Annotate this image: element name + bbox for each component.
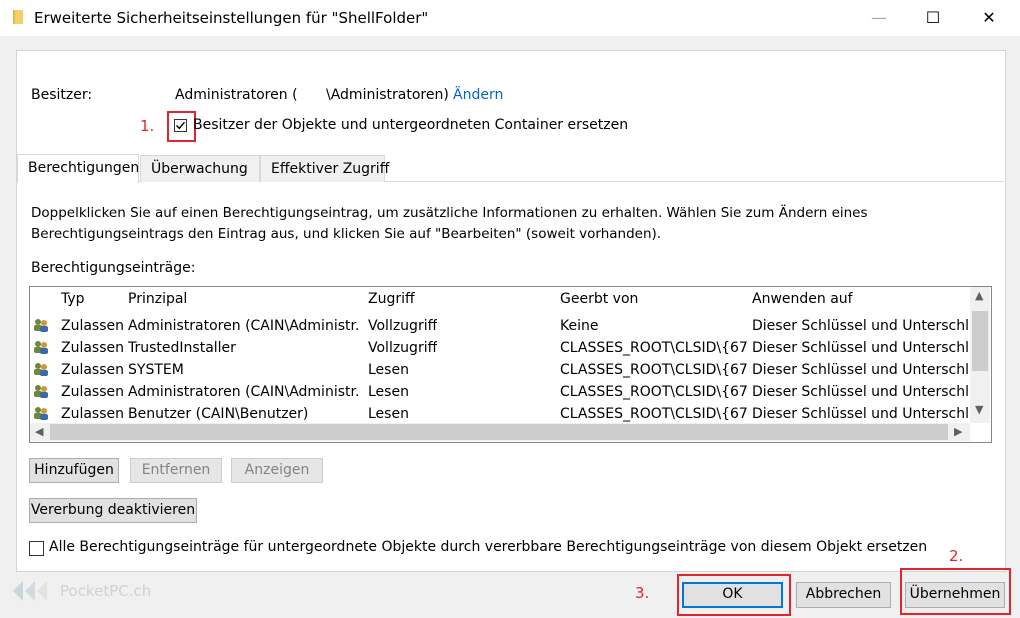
- row-inherited: Keine: [560, 318, 599, 334]
- cancel-button[interactable]: Abbrechen: [796, 582, 891, 608]
- row-principal: Benutzer (CAIN\Benutzer): [128, 406, 309, 422]
- watermark: PocketPC.ch: [10, 576, 151, 606]
- apply-button[interactable]: Übernehmen: [905, 582, 1005, 608]
- permissions-list[interactable]: Typ Prinzipal Zugriff Geerbt von Anwende…: [29, 286, 992, 443]
- close-button[interactable]: ✕: [966, 0, 1012, 36]
- row-inherited: CLASSES_ROOT\CLSID\{67...: [560, 384, 748, 400]
- row-access: Vollzugriff: [368, 340, 438, 356]
- owner-value-part1: Administratoren (: [175, 87, 298, 103]
- entries-label: Berechtigungseinträge:: [31, 260, 196, 276]
- vertical-scrollbar[interactable]: ▲ ▼: [970, 287, 990, 423]
- tab-ueberwachung[interactable]: Überwachung: [140, 155, 260, 182]
- row-access: Vollzugriff: [368, 318, 438, 334]
- maximize-button[interactable]: ☐: [910, 0, 956, 36]
- replace-owner-label: Besitzer der Objekte und untergeordneten…: [193, 117, 629, 133]
- row-principal: Administratoren (CAIN\Administr...: [128, 384, 360, 400]
- annotation-step-2: 2.: [949, 547, 964, 565]
- change-owner-link[interactable]: Ändern: [453, 87, 503, 103]
- row-principal: Administratoren (CAIN\Administr...: [128, 318, 360, 334]
- watermark-text: PocketPC.ch: [60, 582, 152, 600]
- column-header-type[interactable]: Typ: [61, 291, 85, 307]
- owner-value-part2: \Administratoren): [326, 87, 449, 103]
- row-applies: Dieser Schlüssel und Unterschlüs: [752, 318, 970, 334]
- add-button[interactable]: Hinzufügen: [29, 458, 119, 483]
- table-row[interactable]: Zulassen Administratoren (CAIN\Administr…: [30, 381, 970, 403]
- disable-inheritance-button[interactable]: Vererbung deaktivieren: [29, 498, 197, 523]
- tab-effektiver-zugriff[interactable]: Effektiver Zugriff: [260, 155, 389, 182]
- row-applies: Dieser Schlüssel und Unterschlüs: [752, 362, 970, 378]
- column-header-inherited[interactable]: Geerbt von: [560, 291, 638, 307]
- column-header-access[interactable]: Zugriff: [368, 291, 415, 307]
- user-group-icon: [34, 363, 48, 376]
- remove-button[interactable]: Entfernen: [130, 458, 222, 483]
- row-inherited: CLASSES_ROOT\CLSID\{67...: [560, 362, 748, 378]
- scroll-right-icon[interactable]: ▶: [954, 425, 962, 438]
- replace-child-permissions-label: Alle Berechtigungseinträge für untergeor…: [49, 539, 928, 555]
- row-principal: TrustedInstaller: [128, 340, 236, 356]
- replace-owner-checkbox[interactable]: [174, 119, 187, 132]
- horizontal-scrollbar[interactable]: ◀ ▶: [30, 423, 970, 441]
- row-type: Zulassen: [61, 384, 125, 400]
- tab-berechtigungen[interactable]: Berechtigungen: [17, 154, 139, 183]
- table-row[interactable]: Zulassen Administratoren (CAIN\Administr…: [30, 315, 970, 337]
- user-group-icon: [34, 341, 48, 354]
- row-access: Lesen: [368, 384, 409, 400]
- annotation-step-1: 1.: [140, 117, 155, 135]
- user-group-icon: [34, 319, 48, 332]
- table-row[interactable]: Zulassen Benutzer (CAIN\Benutzer) Lesen …: [30, 403, 970, 423]
- scroll-left-icon[interactable]: ◀: [35, 425, 43, 438]
- ok-button[interactable]: OK: [682, 582, 783, 608]
- pocketpc-logo-icon: [13, 581, 47, 601]
- scroll-down-icon[interactable]: ▼: [975, 403, 983, 416]
- table-row[interactable]: Zulassen TrustedInstaller Vollzugriff CL…: [30, 337, 970, 359]
- row-applies: Dieser Schlüssel und Unterschlüs: [752, 406, 970, 422]
- row-applies: Dieser Schlüssel und Unterschlüs: [752, 384, 970, 400]
- view-button[interactable]: Anzeigen: [231, 458, 323, 483]
- table-row[interactable]: Zulassen SYSTEM Lesen CLASSES_ROOT\CLSID…: [30, 359, 970, 381]
- minimize-button[interactable]: —: [856, 0, 902, 36]
- user-group-icon: [34, 385, 48, 398]
- checkmark-icon: [176, 121, 186, 130]
- row-type: Zulassen: [61, 362, 125, 378]
- row-type: Zulassen: [61, 318, 125, 334]
- window-title: Erweiterte Sicherheitseinstellungen für …: [34, 9, 429, 27]
- description-line-2: Berechtigungseintrags den Eintrag aus, u…: [31, 226, 662, 242]
- row-inherited: CLASSES_ROOT\CLSID\{67...: [560, 340, 748, 356]
- annotation-step-3: 3.: [635, 584, 650, 602]
- row-applies: Dieser Schlüssel und Unterschlüs: [752, 340, 970, 356]
- vertical-scroll-thumb[interactable]: [972, 311, 988, 371]
- row-type: Zulassen: [61, 406, 125, 422]
- row-type: Zulassen: [61, 340, 125, 356]
- owner-label: Besitzer:: [31, 87, 93, 103]
- scroll-up-icon[interactable]: ▲: [975, 289, 983, 302]
- row-access: Lesen: [368, 406, 409, 422]
- folder-icon: [13, 10, 23, 24]
- replace-child-permissions-checkbox[interactable]: [29, 541, 44, 556]
- column-header-applies[interactable]: Anwenden auf: [752, 291, 853, 307]
- column-header-principal[interactable]: Prinzipal: [128, 291, 187, 307]
- title-bar: Erweiterte Sicherheitseinstellungen für …: [0, 0, 1020, 36]
- user-group-icon: [34, 407, 48, 420]
- description-line-1: Doppelklicken Sie auf einen Berechtigung…: [31, 205, 868, 221]
- row-principal: SYSTEM: [128, 362, 184, 378]
- horizontal-scroll-thumb[interactable]: [50, 424, 948, 440]
- row-access: Lesen: [368, 362, 409, 378]
- row-inherited: CLASSES_ROOT\CLSID\{67...: [560, 406, 748, 422]
